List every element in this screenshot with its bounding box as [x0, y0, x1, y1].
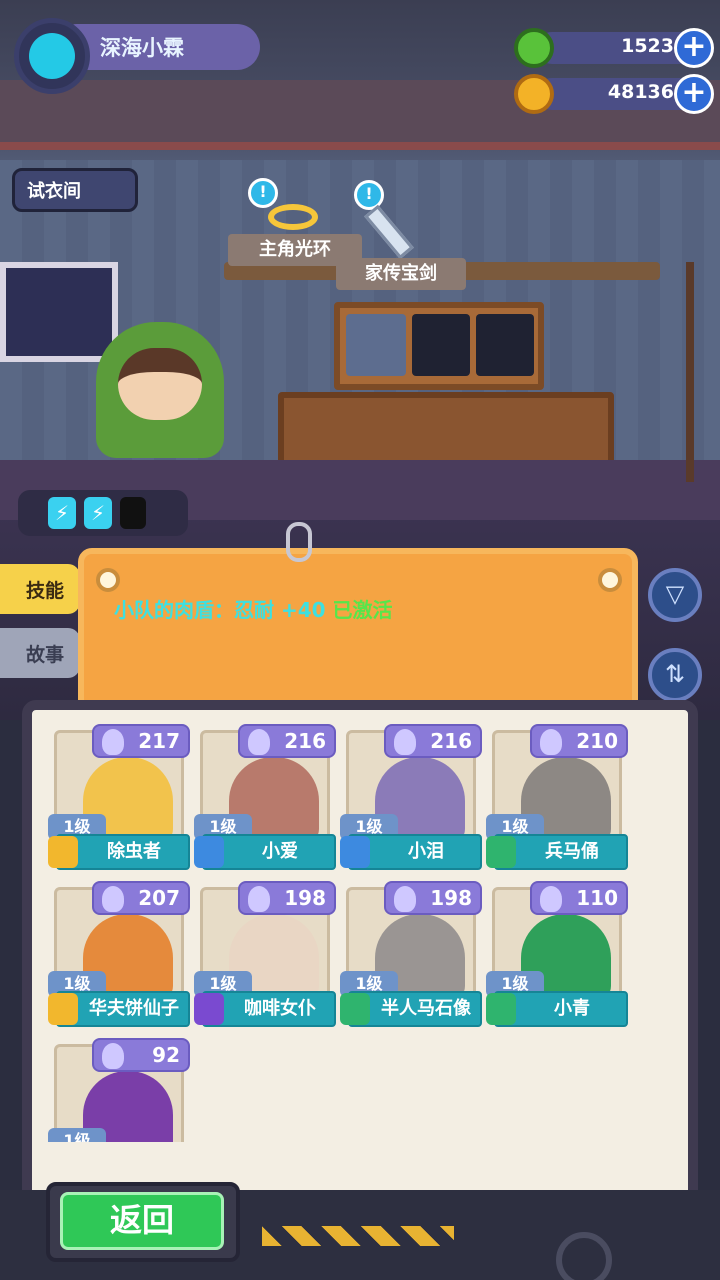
character-card[interactable]: 198 1级 半人马石像 [340, 881, 482, 1029]
currency-gems: 1523 + [514, 28, 714, 68]
character-card[interactable]: 210 1级 兵马俑 [486, 724, 628, 872]
energy-bolt-icon: ⚡ [84, 497, 112, 529]
sort-button[interactable]: ⇅ [648, 648, 702, 702]
power-value: 198 [430, 886, 472, 910]
add-gems-button[interactable]: + [674, 28, 714, 68]
energy-tray: ⚡ ⚡ [18, 490, 188, 536]
sword-label: 家传宝剑 [336, 258, 466, 290]
player-name: 深海小霖 [100, 36, 184, 60]
halo-icon[interactable] [268, 204, 318, 230]
sort-icon: ⇅ [664, 660, 686, 688]
fist-icon [394, 729, 416, 755]
level-badge: 1级 [48, 1128, 106, 1142]
alert-icon: ! [248, 178, 278, 208]
paperclip-icon [286, 522, 312, 562]
power-badge: 92 [92, 1038, 190, 1072]
power-badge: 210 [530, 724, 628, 758]
power-badge: 207 [92, 881, 190, 915]
skill-description: 小队的肉盾：忍耐 +40 [114, 598, 326, 622]
fitting-room-button[interactable]: 试衣间 [12, 168, 138, 212]
power-value: 198 [284, 886, 326, 910]
speaker-dial [556, 1232, 612, 1280]
power-value: 110 [576, 886, 618, 910]
cat-face-icon [29, 33, 75, 79]
gold-planet-coin-icon [514, 74, 554, 114]
power-value: 92 [152, 1043, 180, 1067]
player-profile[interactable]: 深海小霖 [14, 18, 260, 94]
power-badge: 198 [238, 881, 336, 915]
outfit-slot-2[interactable] [412, 314, 470, 376]
character-card[interactable]: 92 1级 [48, 1038, 190, 1142]
window [0, 262, 118, 362]
power-value: 216 [430, 729, 472, 753]
fist-icon [540, 886, 562, 912]
character-card[interactable]: 217 1级 除虫者 [48, 724, 190, 872]
power-badge: 198 [384, 881, 482, 915]
energy-empty-slot [120, 497, 146, 529]
rank-shield-icon [340, 993, 370, 1025]
back-button-frame: 返回 [46, 1182, 240, 1262]
rank-shield-icon [194, 836, 224, 868]
filter-button[interactable]: ▽ [648, 568, 702, 622]
power-badge: 216 [384, 724, 482, 758]
tab-story[interactable]: 故事 [0, 628, 80, 678]
fitting-room-label: 试衣间 [27, 181, 81, 202]
outfit-slot-1[interactable] [346, 314, 406, 376]
rank-shield-icon [194, 993, 224, 1025]
currency-coins: 48136 + [514, 74, 714, 114]
character-card[interactable]: 198 1级 咖啡女仆 [194, 881, 336, 1029]
fist-icon [248, 729, 270, 755]
green-gem-icon [514, 28, 554, 68]
fist-icon [102, 729, 124, 755]
fist-icon [102, 1043, 124, 1069]
hero-face [118, 348, 202, 420]
pin-icon [96, 568, 120, 592]
coat-rack [686, 262, 694, 482]
alert-icon: ! [354, 180, 384, 210]
add-coins-button[interactable]: + [674, 74, 714, 114]
rank-shield-icon [486, 993, 516, 1025]
fist-icon [540, 729, 562, 755]
rank-shield-icon [340, 836, 370, 868]
outfit-slot-3[interactable] [476, 314, 534, 376]
skill-status: 已激活 [332, 598, 393, 622]
skill-text: 小队的肉盾：忍耐 +40 已激活 [114, 594, 393, 623]
fist-icon [394, 886, 416, 912]
rank-shield-icon [48, 993, 78, 1025]
character-card[interactable]: 216 1级 小爱 [194, 724, 336, 872]
gem-count: 1523 [621, 35, 674, 57]
power-badge: 216 [238, 724, 336, 758]
character-grid: 217 1级 除虫者 216 1级 小爱 216 1级 小泪 210 1级 兵马… [48, 724, 658, 1154]
energy-bolt-icon: ⚡ [48, 497, 76, 529]
back-button[interactable]: 返回 [60, 1192, 224, 1250]
power-value: 210 [576, 729, 618, 753]
hazard-stripe [262, 1226, 454, 1246]
tab-skills[interactable]: 技能 [0, 564, 80, 614]
power-value: 207 [138, 886, 180, 910]
tab-story-label: 故事 [26, 644, 65, 666]
pin-icon [598, 568, 622, 592]
fist-icon [248, 886, 270, 912]
filter-icon: ▽ [665, 580, 685, 608]
character-card[interactable]: 207 1级 华夫饼仙子 [48, 881, 190, 1029]
power-value: 217 [138, 729, 180, 753]
rank-shield-icon [486, 836, 516, 868]
power-value: 216 [284, 729, 326, 753]
power-badge: 110 [530, 881, 628, 915]
avatar[interactable] [14, 18, 90, 94]
character-card[interactable]: 216 1级 小泪 [340, 724, 482, 872]
power-badge: 217 [92, 724, 190, 758]
fist-icon [102, 886, 124, 912]
rank-shield-icon [48, 836, 78, 868]
tab-skills-label: 技能 [26, 580, 65, 602]
coin-count: 48136 [607, 81, 674, 103]
character-card[interactable]: 110 1级 小青 [486, 881, 628, 1029]
